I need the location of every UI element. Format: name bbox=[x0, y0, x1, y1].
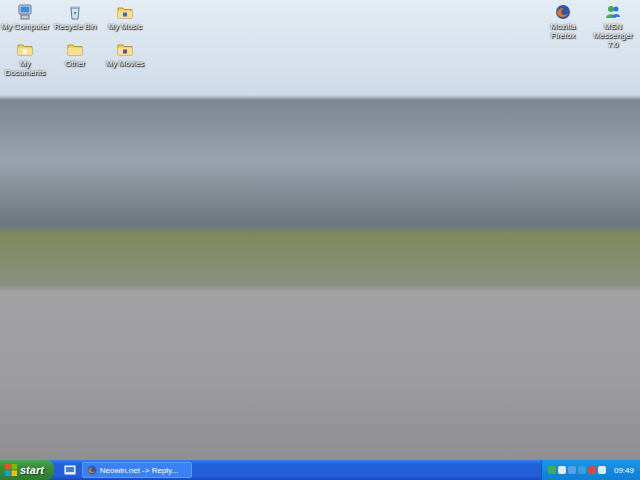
quick-launch bbox=[54, 460, 82, 480]
desktop-icon-label: My Music bbox=[108, 22, 142, 31]
folder-icon bbox=[17, 41, 33, 57]
start-label: start bbox=[20, 464, 44, 476]
desktop-icon[interactable]: My Documents bbox=[0, 39, 50, 77]
desktop-icon[interactable]: Mozilla Firefox bbox=[538, 2, 588, 49]
desktop-icon[interactable]: Recycle Bin bbox=[50, 2, 100, 31]
tray-icon[interactable] bbox=[588, 466, 596, 474]
firefox-icon bbox=[555, 4, 571, 20]
tray-icon[interactable] bbox=[568, 466, 576, 474]
desktop-icons-left: My Computer Recycle Bin My Music My Documen… bbox=[0, 2, 150, 77]
folder-icon bbox=[67, 41, 83, 57]
tray-icon[interactable] bbox=[578, 466, 586, 474]
task-label: Neowin.net -> Reply... bbox=[100, 466, 178, 475]
taskbar: start Neowin.net -> Reply... 09:49 bbox=[0, 460, 640, 480]
show-desktop-icon[interactable] bbox=[64, 464, 76, 476]
desktop-icons-right: Mozilla FirefoxMSN Messenger 7.0 bbox=[538, 2, 638, 49]
desktop: My Computer Recycle Bin My Music My Documen… bbox=[0, 0, 640, 460]
desktop-icon[interactable]: My Computer bbox=[0, 2, 50, 31]
desktop-icon-label: My Movies bbox=[106, 59, 144, 68]
system-tray: 09:49 bbox=[541, 460, 640, 480]
tray-icon[interactable] bbox=[598, 466, 606, 474]
desktop-icon-label: My Documents bbox=[0, 59, 50, 77]
computer-icon bbox=[17, 4, 33, 20]
desktop-icon-label: Other bbox=[65, 59, 85, 68]
desktop-icon-label: Mozilla Firefox bbox=[538, 22, 588, 40]
start-button[interactable]: start bbox=[0, 460, 54, 480]
desktop-icon[interactable]: MSN Messenger 7.0 bbox=[588, 2, 638, 49]
msn-messenger-icon bbox=[605, 4, 621, 20]
tray-icon[interactable] bbox=[558, 466, 566, 474]
firefox-icon bbox=[87, 465, 97, 475]
desktop-icon-label: My Computer bbox=[1, 22, 49, 31]
desktop-icon-label: Recycle Bin bbox=[54, 22, 96, 31]
desktop-icon[interactable]: My Movies bbox=[100, 39, 150, 77]
task-button[interactable]: Neowin.net -> Reply... bbox=[82, 462, 192, 478]
tray-icon[interactable] bbox=[548, 466, 556, 474]
clock: 09:49 bbox=[614, 466, 634, 475]
windows-logo-icon bbox=[5, 464, 17, 476]
desktop-icon[interactable]: Other bbox=[50, 39, 100, 77]
desktop-icon[interactable]: My Music bbox=[100, 2, 150, 31]
desktop-icon-label: MSN Messenger 7.0 bbox=[588, 22, 638, 49]
recycle-bin-icon bbox=[67, 4, 83, 20]
folder-icon bbox=[117, 41, 133, 57]
folder-icon bbox=[117, 4, 133, 20]
screen: My Computer Recycle Bin My Music My Documen… bbox=[0, 0, 640, 480]
